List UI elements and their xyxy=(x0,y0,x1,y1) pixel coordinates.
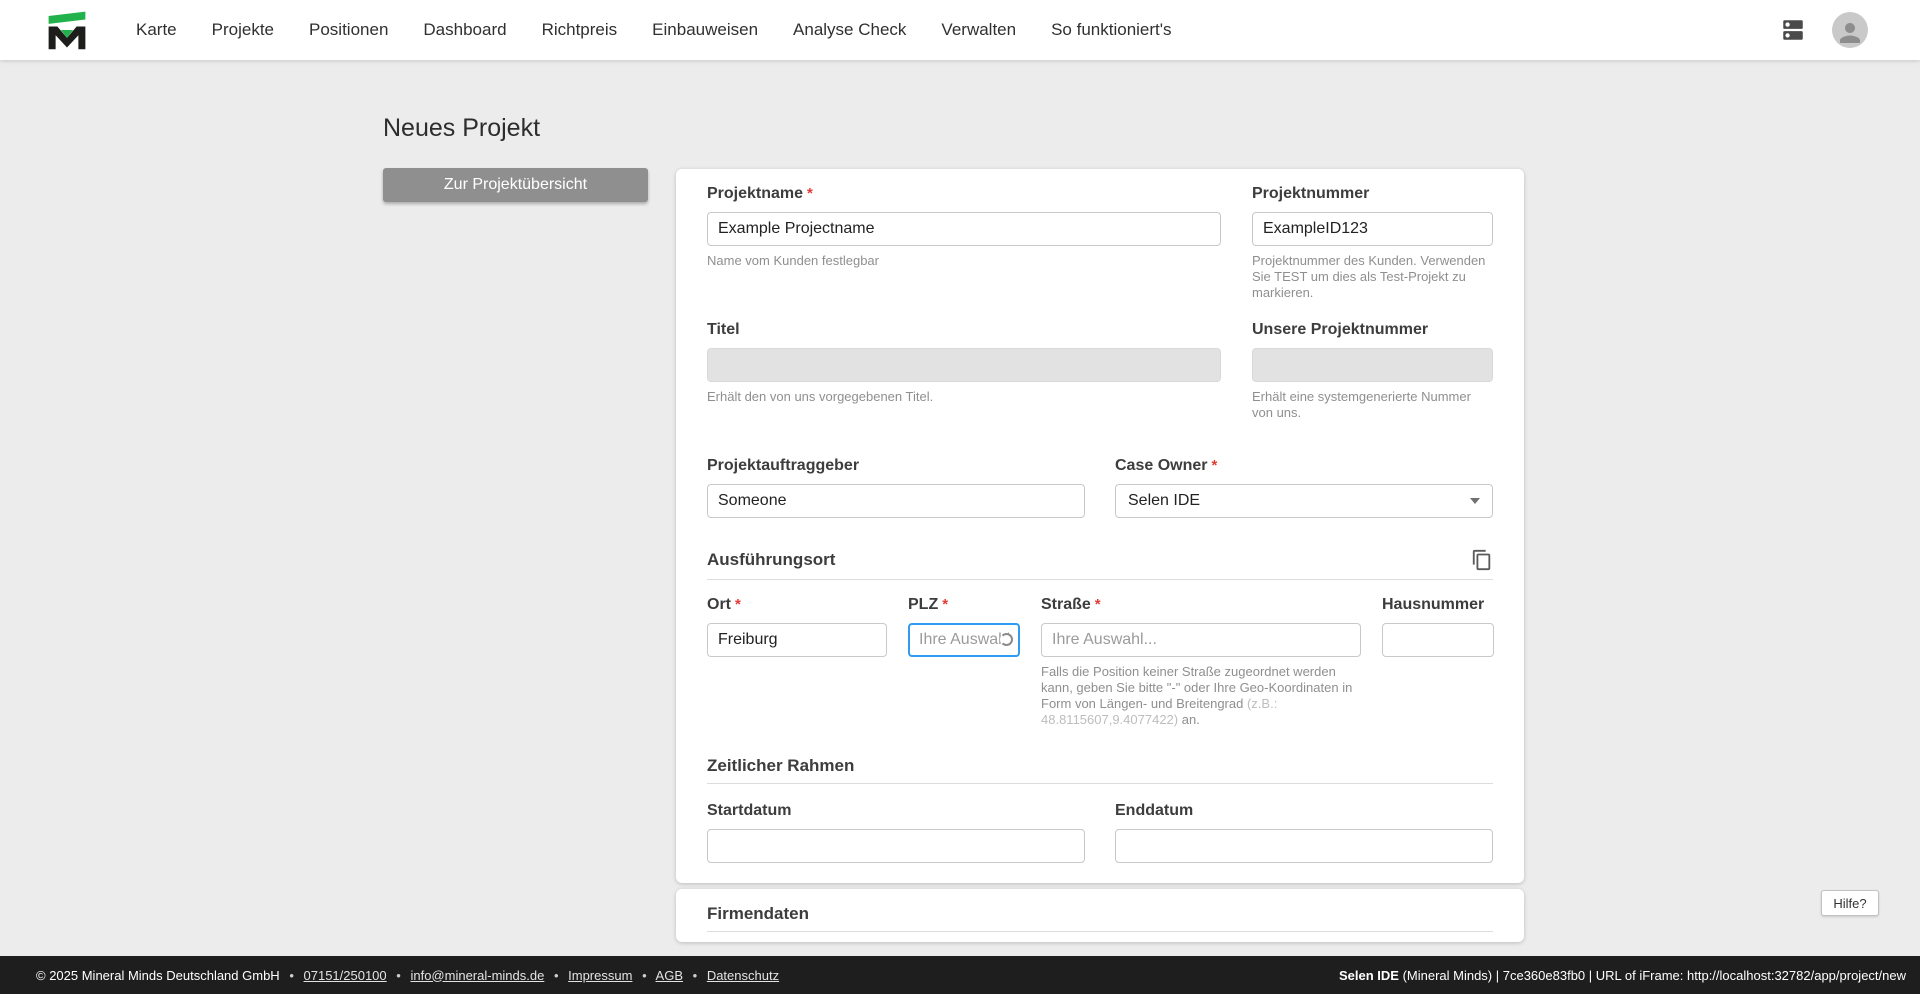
nav-item-projekte[interactable]: Projekte xyxy=(212,20,274,40)
enddatum-label: Enddatum xyxy=(1115,802,1194,819)
footer-phone-link[interactable]: 07151/250100 xyxy=(304,968,387,983)
field-enddatum: Enddatum xyxy=(1115,802,1493,863)
user-avatar[interactable] xyxy=(1832,12,1868,48)
nav-item-positionen[interactable]: Positionen xyxy=(309,20,388,40)
field-projektauftraggeber: Projektauftraggeber xyxy=(707,457,1085,518)
ort-input[interactable] xyxy=(707,623,887,657)
logo-icon xyxy=(48,11,86,50)
startdatum-input[interactable] xyxy=(707,829,1085,863)
row-projektname-projektnummer: Projektname * Name vom Kunden festlegbar… xyxy=(707,185,1493,301)
server-icon[interactable] xyxy=(1778,17,1808,43)
ort-label: Ort xyxy=(707,596,731,613)
copy-icon[interactable] xyxy=(1471,548,1493,572)
case-owner-value: Selen IDE xyxy=(1128,492,1201,509)
nav-item-richtpreis[interactable]: Richtpreis xyxy=(542,20,618,40)
ausfuehrungsort-heading: Ausführungsort xyxy=(707,550,836,569)
hausnummer-input[interactable] xyxy=(1382,623,1494,657)
footer-copyright: © 2025 Mineral Minds Deutschland GmbH xyxy=(36,967,280,983)
required-asterisk: * xyxy=(1211,457,1218,474)
footer-impressum-link[interactable]: Impressum xyxy=(568,968,632,983)
row-titel-unsere-projektnummer: Titel Erhält den von uns vorgegebenen Ti… xyxy=(707,321,1493,421)
field-projektnummer: Projektnummer Projektnummer des Kunden. … xyxy=(1252,185,1493,301)
page-title: Neues Projekt xyxy=(383,114,541,142)
titel-helper: Erhält den von uns vorgegebenen Titel. xyxy=(707,389,934,404)
divider xyxy=(707,931,1493,932)
footer-session-user: Selen IDE xyxy=(1338,967,1399,983)
field-plz: PLZ * xyxy=(908,596,1020,728)
footer-left: © 2025 Mineral Minds Deutschland GmbH • … xyxy=(36,967,780,983)
nav-item-verwalten[interactable]: Verwalten xyxy=(941,20,1016,40)
projektname-helper: Name vom Kunden festlegbar xyxy=(707,253,879,268)
project-overview-button[interactable]: Zur Projektübersicht xyxy=(383,168,648,202)
field-hausnummer: Hausnummer xyxy=(1382,596,1494,728)
strasse-input[interactable] xyxy=(1041,623,1361,657)
loading-spinner-icon xyxy=(1000,633,1013,646)
enddatum-input[interactable] xyxy=(1115,829,1493,863)
field-titel: Titel Erhält den von uns vorgegebenen Ti… xyxy=(707,321,1221,421)
chevron-down-icon xyxy=(1470,498,1480,504)
mineral-minds-logo[interactable] xyxy=(46,7,88,53)
field-unsere-projektnummer: Unsere Projektnummer Erhält eine systemg… xyxy=(1252,321,1493,421)
help-button[interactable]: Hilfe? xyxy=(1821,890,1879,916)
field-ort: Ort * xyxy=(707,596,887,728)
projektnummer-helper: Projektnummer des Kunden. Verwenden Sie … xyxy=(1252,253,1486,300)
strasse-label: Straße xyxy=(1041,596,1091,613)
unsere-projektnummer-helper: Erhält eine systemgenerierte Nummer von … xyxy=(1252,389,1471,420)
required-asterisk: * xyxy=(1094,596,1101,613)
required-asterisk: * xyxy=(942,596,949,613)
unsere-projektnummer-label: Unsere Projektnummer xyxy=(1252,321,1429,338)
projektauftraggeber-label: Projektauftraggeber xyxy=(707,457,860,474)
section-ausfuehrungsort: Ausführungsort xyxy=(707,548,1493,572)
divider xyxy=(707,579,1493,580)
hausnummer-label: Hausnummer xyxy=(1382,596,1485,613)
footer-datenschutz-link[interactable]: Datenschutz xyxy=(707,968,779,983)
footer: © 2025 Mineral Minds Deutschland GmbH • … xyxy=(0,956,1920,994)
footer-session-info: Selen IDE (Mineral Minds) | 7ce360e83fb0… xyxy=(1339,968,1906,983)
person-icon xyxy=(1840,23,1860,43)
projektauftraggeber-input[interactable] xyxy=(707,484,1085,518)
required-asterisk: * xyxy=(807,185,813,202)
required-asterisk: * xyxy=(735,596,741,613)
projektname-label: Projektname xyxy=(707,185,804,202)
nav-item-analyse-check[interactable]: Analyse Check xyxy=(793,20,906,40)
project-form-card: Projektname * Name vom Kunden festlegbar… xyxy=(676,169,1524,883)
row-adresse: Ort * PLZ * Straße * Falls die Position … xyxy=(707,596,1494,728)
firmendaten-card: Firmendaten xyxy=(676,889,1524,942)
nav-item-so-funktionierts[interactable]: So funktioniert's xyxy=(1051,20,1171,40)
plz-label: PLZ xyxy=(908,596,939,613)
footer-email-link[interactable]: info@mineral-minds.de xyxy=(410,968,544,983)
unsere-projektnummer-input xyxy=(1252,348,1493,382)
navbar-right xyxy=(1778,12,1868,48)
divider xyxy=(707,783,1493,784)
projektnummer-input[interactable] xyxy=(1252,212,1493,246)
firmendaten-heading: Firmendaten xyxy=(707,904,810,923)
case-owner-label: Case Owner xyxy=(1115,457,1208,474)
footer-agb-link[interactable]: AGB xyxy=(656,968,683,983)
projektnummer-label: Projektnummer xyxy=(1252,185,1370,202)
case-owner-select[interactable]: Selen IDE xyxy=(1115,484,1493,518)
strasse-helper: Falls die Position keiner Straße zugeord… xyxy=(1041,664,1353,727)
startdatum-label: Startdatum xyxy=(707,802,792,819)
main-nav: Karte Projekte Positionen Dashboard Rich… xyxy=(136,20,1172,40)
top-navbar: Karte Projekte Positionen Dashboard Rich… xyxy=(0,0,1920,60)
nav-item-dashboard[interactable]: Dashboard xyxy=(423,20,506,40)
row-datum: Startdatum Enddatum xyxy=(707,802,1493,863)
footer-session-rest: (Mineral Minds) | 7ce360e83fb0 | URL of … xyxy=(1398,967,1906,983)
zeitlicher-rahmen-heading: Zeitlicher Rahmen xyxy=(707,756,855,775)
projektname-input[interactable] xyxy=(707,212,1221,246)
section-firmendaten: Firmendaten xyxy=(707,904,1493,924)
row-auftraggeber-caseowner: Projektauftraggeber Case Owner * Selen I… xyxy=(707,457,1493,518)
field-case-owner: Case Owner * Selen IDE xyxy=(1115,457,1493,518)
field-strasse: Straße * Falls die Position keiner Straß… xyxy=(1041,596,1361,728)
nav-item-karte[interactable]: Karte xyxy=(136,20,177,40)
nav-item-einbauweisen[interactable]: Einbauweisen xyxy=(652,20,758,40)
field-startdatum: Startdatum xyxy=(707,802,1085,863)
titel-input xyxy=(707,348,1221,382)
titel-label: Titel xyxy=(707,321,740,338)
section-zeitlicher-rahmen: Zeitlicher Rahmen xyxy=(707,756,1493,776)
field-projektname: Projektname * Name vom Kunden festlegbar xyxy=(707,185,1221,301)
